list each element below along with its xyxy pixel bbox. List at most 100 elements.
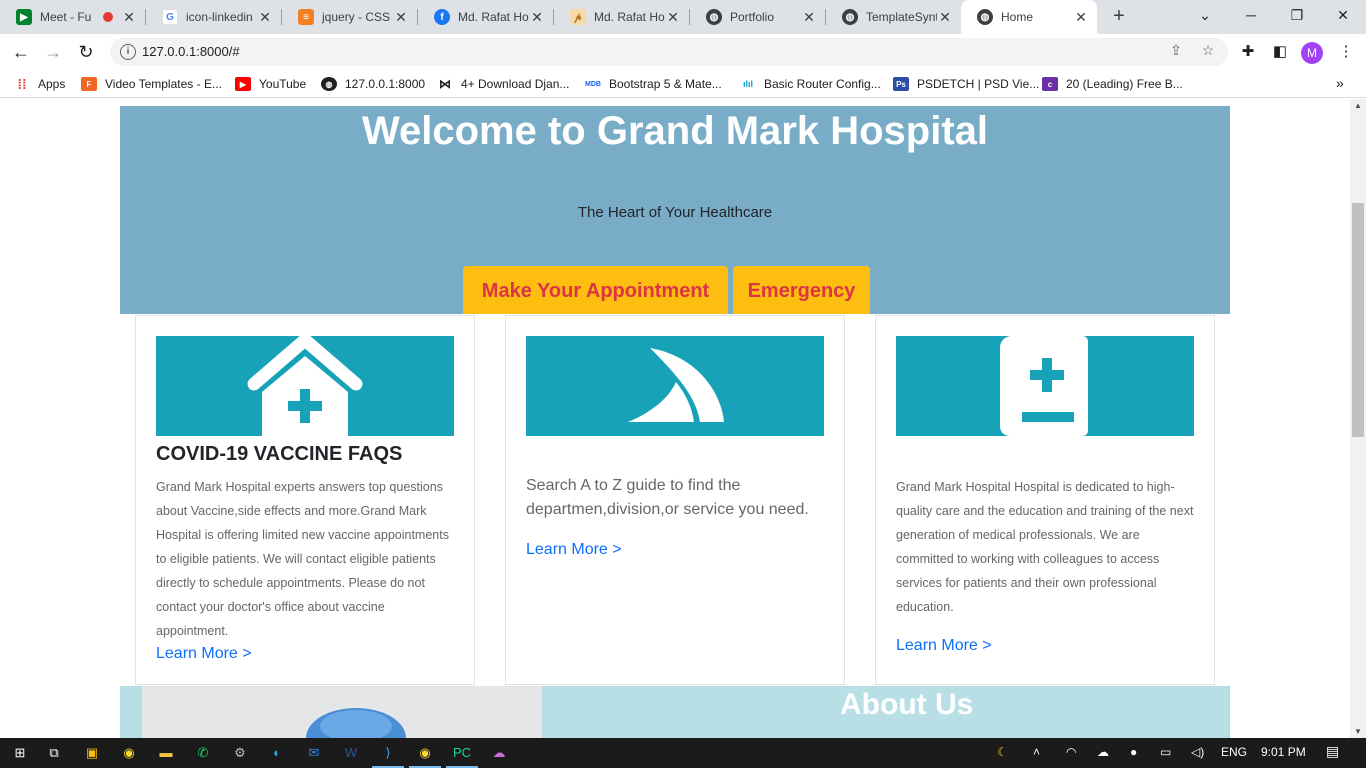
close-tab-icon[interactable]: ✕ <box>665 9 681 26</box>
close-tab-icon[interactable]: ✕ <box>937 9 953 26</box>
bookmarks-bar: ⁞⁞ Apps F Video Templates - E... ▶ YouTu… <box>0 70 1366 98</box>
tab-facebook[interactable]: f Md. Rafat Ho ✕ <box>418 0 553 34</box>
page-scrollbar[interactable]: ▲ ▼ <box>1350 99 1366 738</box>
file-explorer-icon[interactable]: ▬ <box>156 743 176 763</box>
chrome-active-icon[interactable]: ◉ <box>409 743 441 768</box>
weather-icon[interactable]: ☾ <box>997 745 1008 759</box>
portfolio-icon: 𝓅 <box>570 9 586 25</box>
bookmark-envato[interactable]: F Video Templates - E... <box>81 76 222 92</box>
tab-stackoverflow[interactable]: ≡ jquery - CSS c ✕ <box>282 0 417 34</box>
card-banner <box>156 336 454 436</box>
make-appointment-button[interactable]: Make Your Appointment <box>463 266 728 314</box>
photoshop-icon: Ps <box>893 77 909 91</box>
bookmark-youtube[interactable]: ▶ YouTube <box>235 76 306 92</box>
tray-chevron-icon[interactable]: ˄ <box>1033 745 1040 759</box>
scrollbar-thumb[interactable] <box>1352 203 1364 437</box>
pycharm-icon[interactable]: PC <box>446 743 478 768</box>
browser-tab-bar: ▶ Meet - Fu ✕ G icon-linkedin ✕ ≡ jquery… <box>0 0 1366 34</box>
card-description: Grand Mark Hospital experts answers top … <box>156 480 449 638</box>
url-text[interactable]: 127.0.0.1:8000/# <box>142 44 240 59</box>
address-bar[interactable]: i 127.0.0.1:8000/# ⇪ ☆ <box>110 38 1228 66</box>
shark-fin-icon <box>628 348 724 422</box>
scroll-down-arrow-icon[interactable]: ▼ <box>1354 727 1362 736</box>
site-info-icon[interactable]: i <box>120 44 136 60</box>
tab-meet[interactable]: ▶ Meet - Fu ✕ <box>0 0 145 34</box>
scroll-up-arrow-icon[interactable]: ▲ <box>1354 101 1362 110</box>
store-icon[interactable]: ▣ <box>82 743 102 763</box>
microphone-icon[interactable]: ● <box>1130 745 1137 759</box>
mdb-icon: MDB <box>585 80 601 88</box>
bookmark-localhost[interactable]: ◍ 127.0.0.1:8000 <box>321 76 425 92</box>
recording-indicator-icon <box>103 12 113 22</box>
learn-more-link[interactable]: Learn More > <box>526 541 622 559</box>
extensions-puzzle-icon[interactable]: ✚ <box>1238 42 1258 62</box>
tab-home[interactable]: ◍ Home ✕ <box>961 0 1097 34</box>
onedrive-icon[interactable]: ☁ <box>1097 745 1109 759</box>
edge-icon[interactable]: ◐ <box>267 743 287 763</box>
language-indicator[interactable]: ENG <box>1221 745 1247 759</box>
doctor-photo <box>142 686 542 738</box>
side-panel-icon[interactable]: ◧ <box>1270 42 1290 62</box>
hero-title: Welcome to Grand Mark Hospital <box>361 109 989 153</box>
bookmark-colorlib[interactable]: c 20 (Leading) Free B... <box>1042 76 1183 92</box>
bookmark-django[interactable]: ⋈ 4+ Download Djan... <box>437 76 569 92</box>
reload-button[interactable]: ↻ <box>73 40 99 64</box>
volume-icon[interactable]: ◁) <box>1191 745 1204 759</box>
tab-google[interactable]: G icon-linkedin ✕ <box>146 0 281 34</box>
bookmarks-overflow-icon[interactable]: » <box>1336 75 1344 91</box>
clock[interactable]: 9:01 PM <box>1261 745 1306 759</box>
learn-more-link[interactable]: Learn More > <box>156 645 252 663</box>
bookmark-mdb[interactable]: MDB Bootstrap 5 & Mate... <box>585 76 722 92</box>
chrome-icon[interactable]: ◉ <box>119 743 139 763</box>
task-view-icon[interactable]: ⧉ <box>44 743 64 763</box>
settings-gear-icon[interactable]: ⚙ <box>230 743 250 763</box>
tab-portfolio[interactable]: ◍ Portfolio ✕ <box>690 0 825 34</box>
close-window-button[interactable]: ✕ <box>1320 0 1366 34</box>
bookmark-apps[interactable]: ⁞⁞ Apps <box>14 76 65 92</box>
close-tab-icon[interactable]: ✕ <box>801 9 817 26</box>
whatsapp-icon[interactable]: ✆ <box>193 743 213 763</box>
globe-icon: ◍ <box>321 77 337 91</box>
share-icon[interactable]: ⇪ <box>1166 42 1186 62</box>
back-button[interactable]: ← <box>8 40 34 64</box>
colorlib-icon: c <box>1042 77 1058 91</box>
battery-icon[interactable]: ▭ <box>1160 745 1171 759</box>
youtube-icon: ▶ <box>235 77 251 91</box>
bowtie-icon: ⋈ <box>439 77 451 91</box>
close-tab-icon[interactable]: ✕ <box>121 9 137 26</box>
restore-button[interactable]: ❐ <box>1274 0 1320 34</box>
close-tab-icon[interactable]: ✕ <box>529 9 545 26</box>
wifi-icon[interactable]: ◠ <box>1066 745 1076 759</box>
tab-portfolio-rafat[interactable]: 𝓅 Md. Rafat Ho ✕ <box>554 0 689 34</box>
cisco-icon: ılıl <box>742 79 753 89</box>
windows-start-icon[interactable]: ⊞ <box>10 743 30 763</box>
emergency-button[interactable]: Emergency <box>733 266 870 314</box>
card-title: COVID-19 VACCINE FAQS <box>156 443 403 465</box>
hospital-icon <box>247 336 363 436</box>
close-tab-icon[interactable]: ✕ <box>257 9 273 26</box>
close-tab-icon[interactable]: ✕ <box>1073 9 1089 26</box>
new-tab-button[interactable]: + <box>1108 6 1130 28</box>
bookmark-cisco[interactable]: ılıl Basic Router Config... <box>740 76 881 92</box>
bookmark-psdetch[interactable]: Ps PSDETCH | PSD Vie... <box>893 76 1039 92</box>
tab-templatesyntax[interactable]: ◍ TemplateSynt ✕ <box>826 0 961 34</box>
forward-button[interactable]: → <box>40 40 66 64</box>
about-section: About Us <box>120 686 1230 738</box>
vscode-icon[interactable]: ⟩ <box>372 743 404 768</box>
notifications-icon[interactable]: ▤ <box>1326 743 1339 760</box>
about-title: About Us <box>840 688 974 721</box>
close-tab-icon[interactable]: ✕ <box>393 9 409 26</box>
profile-avatar[interactable]: M <box>1301 42 1323 64</box>
mail-icon[interactable]: ✉ <box>304 743 324 763</box>
learn-more-link[interactable]: Learn More > <box>896 637 992 655</box>
minimize-button[interactable]: ─ <box>1228 0 1274 34</box>
windows-taskbar: ⊞ ⧉ ▣ ◉ ▬ ✆ ⚙ ◐ ✉ W ⟩ ◉ PC ☁ ☾ ˄ ◠ ☁ ● ▭… <box>0 738 1366 768</box>
card-a-to-z-guide: Search A to Z guide to find the departme… <box>505 315 845 685</box>
menu-kebab-icon[interactable]: ⋮ <box>1336 42 1356 62</box>
apps-grid-icon: ⁞⁞ <box>17 76 27 92</box>
tab-search-chevron-icon[interactable]: ⌄ <box>1182 0 1228 34</box>
word-icon[interactable]: W <box>341 743 361 763</box>
messenger-icon[interactable]: ☁ <box>489 743 509 763</box>
page-viewport: Welcome to Grand Mark Hospital The Heart… <box>0 99 1350 738</box>
bookmark-star-icon[interactable]: ☆ <box>1198 42 1218 62</box>
